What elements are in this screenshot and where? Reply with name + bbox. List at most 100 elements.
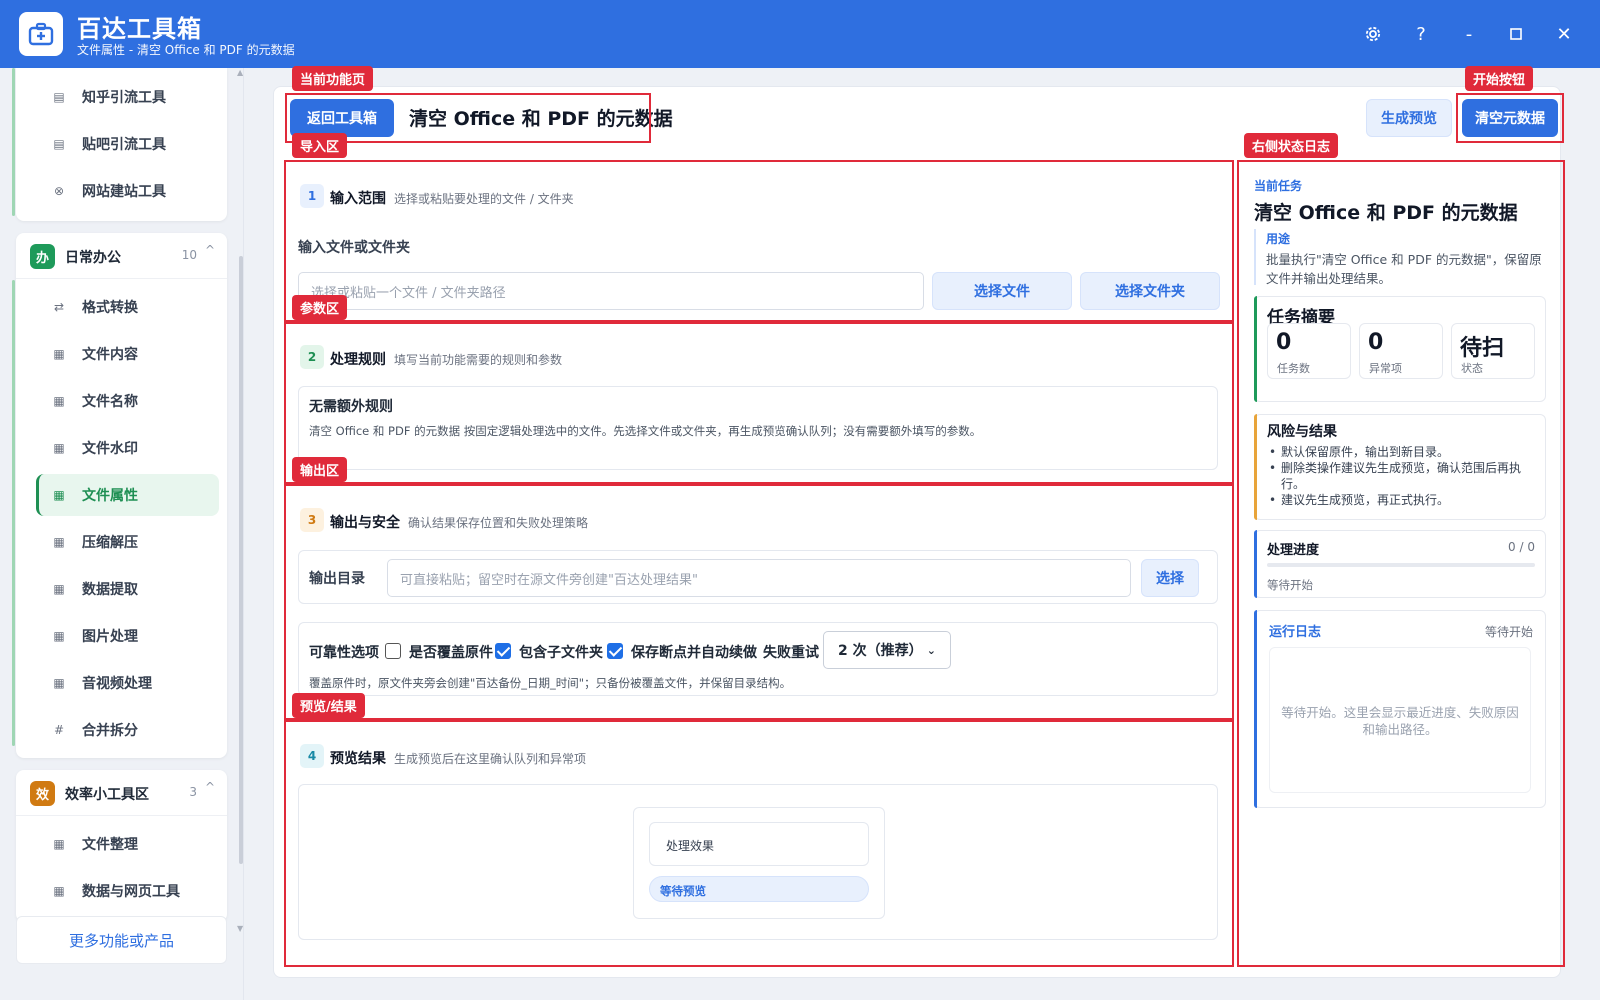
maximize-icon — [1510, 28, 1522, 40]
group-header-efficiency[interactable]: 效 效率小工具区 3 ^ — [16, 770, 227, 816]
section-title: 预览结果 — [330, 751, 386, 767]
sidebar-item-merge-split[interactable]: # 合并拆分 — [36, 709, 219, 751]
overwrite-checkbox[interactable] — [385, 643, 401, 659]
sidebar-item-format-convert[interactable]: ⇄ 格式转换 — [36, 286, 219, 328]
group-label: 日常办公 — [65, 250, 121, 266]
list-item: 建议先生成预览，再正式执行。 — [1267, 492, 1537, 508]
group-badge: 办 — [30, 244, 55, 269]
annotation-label-current-page: 当前功能页 — [292, 66, 374, 91]
overwrite-label[interactable]: 是否覆盖原件 — [409, 642, 493, 662]
retry-select[interactable]: 2 次（推荐） ⌄ — [823, 631, 951, 669]
more-features-link[interactable]: 更多功能或产品 — [16, 916, 227, 964]
subfolders-checkbox[interactable] — [495, 643, 511, 659]
log-placeholder: 等待开始。这里会显示最近进度、失败原因和输出路径。 — [1281, 705, 1519, 737]
sidebar-item-zhihu[interactable]: ▤ 知乎引流工具 — [36, 76, 219, 118]
swap-icon: ⇄ — [53, 300, 65, 314]
select-folder-button[interactable]: 选择文件夹 — [1080, 272, 1220, 310]
input-path-field[interactable]: 选择或粘贴一个文件 / 文件夹路径 — [298, 272, 924, 310]
section-description: 生成预览后在这里确认队列和异常项 — [394, 752, 587, 766]
sidebar-scrollbar[interactable] — [239, 256, 243, 864]
grid-icon: ▦ — [53, 535, 65, 549]
section-title: 处理规则 — [330, 352, 386, 368]
risk-list: 默认保留原件，输出到新目录。 删除类操作建议先生成预览，确认范围后再执行。 建议… — [1267, 444, 1537, 508]
card-accent — [1254, 296, 1257, 402]
group-count: 10 — [181, 248, 197, 262]
options-label: 可靠性选项 — [309, 645, 379, 661]
sidebar-item-file-properties[interactable]: ▦ 文件属性 — [36, 474, 219, 516]
sidebar-item-data-web[interactable]: ▦ 数据与网页工具 — [36, 870, 219, 912]
step-number: 4 — [300, 744, 324, 768]
close-button[interactable]: ✕ — [1550, 20, 1578, 48]
stat-task-count: 0 任务数 — [1267, 323, 1351, 379]
risk-card: 风险与结果 默认保留原件，输出到新目录。 删除类操作建议先生成预览，确认范围后再… — [1254, 414, 1546, 520]
group-label: 效率小工具区 — [65, 787, 149, 803]
output-dir-label: 输出目录 — [309, 571, 365, 587]
settings-button[interactable] — [1359, 20, 1387, 48]
nav-group-marketing: ▤ 知乎引流工具 ▤ 贴吧引流工具 ⊗ 网站建站工具 — [16, 68, 227, 221]
minimize-button[interactable]: - — [1455, 20, 1483, 48]
sidebar-item-file-organize[interactable]: ▦ 文件整理 — [36, 823, 219, 865]
sidebar-item-media[interactable]: ▦ 音视频处理 — [36, 662, 219, 704]
subfolders-label[interactable]: 包含子文件夹 — [519, 642, 603, 662]
grid-icon: ▦ — [53, 837, 65, 851]
chevron-up-icon[interactable]: ^ — [205, 780, 215, 794]
list-item: 删除类操作建议先生成预览，确认范围后再执行。 — [1267, 460, 1537, 492]
stat-status: 待扫 状态 — [1451, 323, 1535, 379]
output-dir-input[interactable]: 可直接粘贴；留空时在源文件旁创建"百达处理结果" — [387, 559, 1131, 597]
run-log-card: 运行日志 等待开始 等待开始。这里会显示最近进度、失败原因和输出路径。 — [1254, 610, 1546, 808]
progress-status: 等待开始 — [1267, 578, 1313, 592]
generate-preview-button[interactable]: 生成预览 — [1366, 99, 1452, 137]
help-button[interactable]: ? — [1407, 20, 1435, 48]
grid-icon: ▦ — [53, 884, 65, 898]
chevron-up-icon[interactable]: ^ — [205, 243, 215, 257]
grid-icon: ▦ — [53, 394, 65, 408]
preview-area: 处理效果 等待预览 — [298, 784, 1218, 940]
sidebar-item-file-content[interactable]: ▦ 文件内容 — [36, 333, 219, 375]
purpose-label: 用途 — [1266, 232, 1291, 246]
grid-icon: ▦ — [53, 629, 65, 643]
chevron-down-icon: ⌄ — [926, 643, 936, 657]
globe-icon: ⊗ — [53, 184, 65, 198]
list-item: 默认保留原件，输出到新目录。 — [1267, 444, 1537, 460]
sidebar-item-tieba[interactable]: ▤ 贴吧引流工具 — [36, 123, 219, 165]
sidebar-item-file-name[interactable]: ▦ 文件名称 — [36, 380, 219, 422]
log-content[interactable]: 等待开始。这里会显示最近进度、失败原因和输出路径。 — [1269, 647, 1531, 793]
resume-label[interactable]: 保存断点并自动续做 — [631, 642, 757, 662]
sidebar-item-watermark[interactable]: ▦ 文件水印 — [36, 427, 219, 469]
hash-icon: # — [53, 723, 65, 737]
clear-metadata-button[interactable]: 清空元数据 — [1462, 99, 1558, 137]
app-subtitle: 文件属性 - 清空 Office 和 PDF 的元数据 — [77, 43, 295, 57]
progress-count: 0 / 0 — [1508, 540, 1535, 554]
group-accent-line — [12, 280, 15, 746]
section-description: 填写当前功能需要的规则和参数 — [394, 353, 563, 367]
progress-title: 处理进度 — [1267, 543, 1320, 558]
scroll-up-icon[interactable]: ▲ — [237, 68, 243, 77]
effect-box: 处理效果 — [649, 822, 869, 866]
sidebar: ▲ ▼ ▤ 知乎引流工具 ▤ 贴吧引流工具 ⊗ 网站建站工具 办 日常办公 10… — [0, 68, 244, 1000]
rule-description: 清空 Office 和 PDF 的元数据 按固定逻辑处理选中的文件。先选择文件或… — [309, 424, 982, 438]
grid-icon: ▦ — [53, 441, 65, 455]
resume-checkbox[interactable] — [607, 643, 623, 659]
step-number: 3 — [300, 508, 324, 532]
select-output-button[interactable]: 选择 — [1141, 559, 1199, 597]
preview-status-pill: 等待预览 — [649, 876, 869, 902]
sidebar-item-data-extract[interactable]: ▦ 数据提取 — [36, 568, 219, 610]
step-number: 1 — [300, 184, 324, 208]
sidebar-item-compress[interactable]: ▦ 压缩解压 — [36, 521, 219, 563]
annotation-label-import: 导入区 — [292, 133, 348, 158]
maximize-button[interactable] — [1502, 20, 1530, 48]
select-file-button[interactable]: 选择文件 — [932, 272, 1072, 310]
sidebar-item-website[interactable]: ⊗ 网站建站工具 — [36, 170, 219, 212]
task-summary-card: 任务摘要 0 任务数 0 异常项 待扫 状态 — [1254, 296, 1546, 402]
back-to-toolbox-button[interactable]: 返回工具箱 — [290, 99, 394, 137]
scroll-down-icon[interactable]: ▼ — [237, 924, 243, 933]
task-title: 清空 Office 和 PDF 的元数据 — [1254, 202, 1518, 224]
page-title: 清空 Office 和 PDF 的元数据 — [409, 108, 673, 130]
sidebar-item-image[interactable]: ▦ 图片处理 — [36, 615, 219, 657]
group-header-office[interactable]: 办 日常办公 10 ^ — [16, 233, 227, 279]
output-dir-card: 输出目录 可直接粘贴；留空时在源文件旁创建"百达处理结果" 选择 — [298, 550, 1218, 604]
preview-effect-card: 处理效果 等待预览 — [633, 807, 885, 919]
step-number: 2 — [300, 345, 324, 369]
annotation-label-right-log: 右侧状态日志 — [1244, 133, 1339, 158]
card-accent — [1254, 530, 1257, 598]
